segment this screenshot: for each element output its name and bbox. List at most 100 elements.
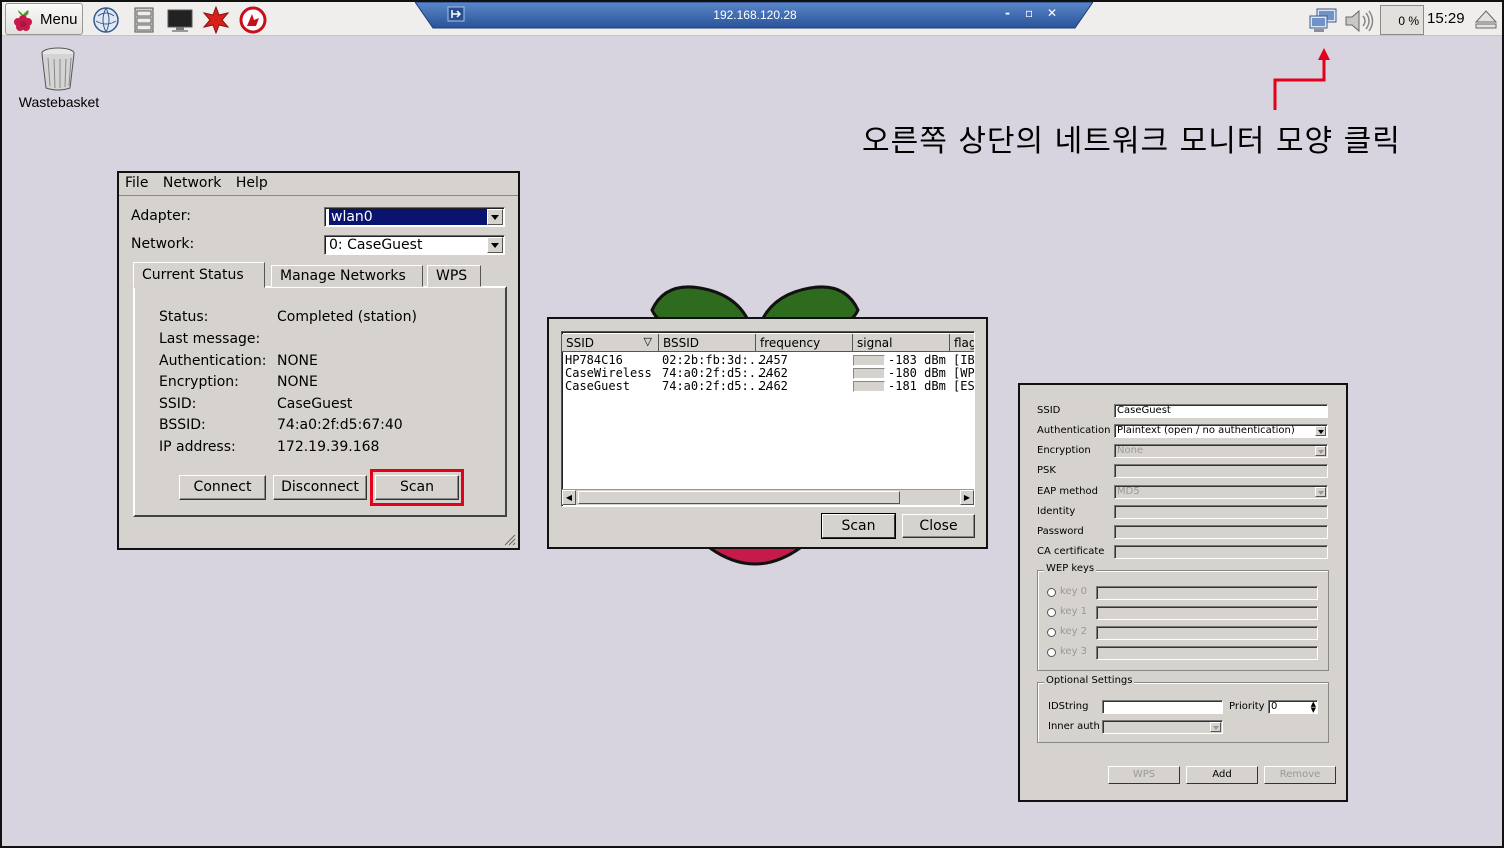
disconnect-button[interactable]: Disconnect xyxy=(273,475,367,500)
key3-radio[interactable] xyxy=(1047,648,1056,657)
bssid-label: BSSID: xyxy=(159,417,206,433)
cell-ssid: HP784C16 xyxy=(565,353,623,367)
chevron-down-icon xyxy=(487,237,503,253)
column-header-ssid[interactable]: SSID ▽ xyxy=(562,334,659,352)
cell-bssid: 74:a0:2f:d5:... xyxy=(662,366,771,380)
key2-radio[interactable] xyxy=(1047,628,1056,637)
taskbar: Menu 192.168.120.28 - ▫ ✕ 0 % 15:29 xyxy=(2,2,1502,36)
cell-signal: -181 dBm xyxy=(888,379,946,393)
minimize-button[interactable]: - xyxy=(1005,6,1010,20)
close-button[interactable]: Close xyxy=(902,514,975,538)
ip-address-value: 172.19.39.168 xyxy=(277,439,380,455)
add-button[interactable]: Add xyxy=(1186,766,1258,784)
authentication-select[interactable]: Plaintext (open / no authentication) xyxy=(1114,424,1328,438)
encryption-select[interactable]: None xyxy=(1114,444,1328,458)
menu-network[interactable]: Network xyxy=(163,175,221,191)
scan-results-table[interactable]: SSID ▽ BSSID frequency signal flag HP784… xyxy=(561,331,975,507)
horizontal-scrollbar[interactable]: ◀ ▶ xyxy=(562,489,974,505)
scan-again-button[interactable]: Scan xyxy=(822,514,895,538)
last-message-label: Last message: xyxy=(159,331,261,347)
tab-current-status[interactable]: Current Status xyxy=(133,262,265,288)
cell-signal: -183 dBm xyxy=(888,353,946,367)
ca-certificate-input[interactable] xyxy=(1114,545,1328,559)
sort-triangle-icon: ▽ xyxy=(643,335,652,348)
key1-radio[interactable] xyxy=(1047,608,1056,617)
connect-button[interactable]: Connect xyxy=(179,475,266,500)
network-monitor-icon[interactable] xyxy=(1308,8,1338,34)
optional-settings-group: Optional Settings IDString Priority 0 ▲ ▼… xyxy=(1037,675,1329,743)
wpa-gui-window: File Network Help Adapter: wlan0 Network… xyxy=(117,171,520,550)
cell-frequency: 2457 xyxy=(759,353,788,367)
menu-label: Menu xyxy=(40,11,78,28)
cell-frequency: 2462 xyxy=(759,366,788,380)
identity-input[interactable] xyxy=(1114,505,1328,519)
ssid-input[interactable]: CaseGuest xyxy=(1114,404,1328,418)
bssid-value: 74:a0:2f:d5:67:40 xyxy=(277,417,403,433)
priority-value: 0 xyxy=(1271,701,1278,712)
psk-input[interactable] xyxy=(1114,464,1328,478)
network-label: Network: xyxy=(131,236,195,252)
pin-icon[interactable] xyxy=(447,6,465,22)
menu-help[interactable]: Help xyxy=(236,175,268,191)
chevron-down-icon xyxy=(1315,487,1326,497)
key0-label: key 0 xyxy=(1060,586,1088,597)
restore-button[interactable]: ▫ xyxy=(1025,6,1033,20)
scrollbar-thumb[interactable] xyxy=(578,491,900,504)
remove-button[interactable]: Remove xyxy=(1264,766,1336,784)
ca-certificate-label: CA certificate xyxy=(1037,546,1105,557)
menu-file[interactable]: File xyxy=(125,175,148,191)
clock[interactable]: 15:29 xyxy=(1427,10,1465,27)
key2-label: key 2 xyxy=(1060,626,1088,637)
key0-input[interactable] xyxy=(1096,586,1318,600)
column-header-flag[interactable]: flag xyxy=(950,334,974,352)
priority-spinbox[interactable]: 0 ▲ ▼ xyxy=(1268,700,1318,714)
signal-bar xyxy=(853,381,885,392)
scroll-left-icon[interactable]: ◀ xyxy=(562,490,576,505)
close-remote-button[interactable]: ✕ xyxy=(1047,6,1057,20)
wep-keys-group: WEP keys key 0 key 1 key 2 key 3 xyxy=(1037,563,1329,671)
adapter-label: Adapter: xyxy=(131,208,192,224)
column-header-signal[interactable]: signal xyxy=(853,334,950,352)
wps-button[interactable]: WPS xyxy=(1108,766,1180,784)
browser-icon[interactable] xyxy=(92,6,120,34)
tab-manage-networks[interactable]: Manage Networks xyxy=(271,265,423,287)
key2-input[interactable] xyxy=(1096,626,1318,640)
wastebasket-icon[interactable] xyxy=(38,46,78,92)
column-header-bssid[interactable]: BSSID xyxy=(659,334,756,352)
tab-wps[interactable]: WPS xyxy=(427,265,481,287)
eject-icon[interactable] xyxy=(1474,8,1498,30)
network-select[interactable]: 0: CaseGuest xyxy=(324,235,505,255)
cpu-monitor[interactable]: 0 % xyxy=(1380,5,1424,35)
key1-input[interactable] xyxy=(1096,606,1318,620)
column-header-frequency[interactable]: frequency xyxy=(756,334,853,352)
remote-desktop-bar[interactable]: 192.168.120.28 - ▫ ✕ xyxy=(415,2,1093,29)
spin-arrows-icon[interactable]: ▲ ▼ xyxy=(1311,701,1316,714)
idstring-label: IDString xyxy=(1048,701,1089,712)
raspberry-icon xyxy=(14,10,32,31)
eap-method-value: MD5 xyxy=(1117,486,1140,497)
resize-grip-icon[interactable] xyxy=(504,534,516,546)
cell-flag: [WP xyxy=(953,366,975,380)
scroll-right-icon[interactable]: ▶ xyxy=(960,490,974,505)
remote-host-title: 192.168.120.28 xyxy=(713,8,797,22)
ssid-label: SSID: xyxy=(159,396,197,412)
annotation-arrow xyxy=(1273,48,1330,110)
wolfram-icon[interactable] xyxy=(239,6,267,34)
chevron-down-icon xyxy=(1315,446,1326,456)
cell-bssid: 74:a0:2f:d5:... xyxy=(662,379,771,393)
adapter-select[interactable]: wlan0 xyxy=(324,207,505,227)
key3-input[interactable] xyxy=(1096,646,1318,660)
terminal-icon[interactable] xyxy=(166,6,194,34)
password-input[interactable] xyxy=(1114,525,1328,539)
inner-auth-select[interactable] xyxy=(1102,720,1223,734)
menu-button[interactable]: Menu xyxy=(5,3,83,35)
file-manager-icon[interactable] xyxy=(130,6,158,34)
priority-label: Priority xyxy=(1229,701,1265,712)
annotation-text: 오른쪽 상단의 네트워크 모니터 모양 클릭 xyxy=(862,124,1401,159)
mathematica-icon[interactable] xyxy=(202,6,230,34)
volume-icon[interactable] xyxy=(1343,9,1377,33)
key0-radio[interactable] xyxy=(1047,588,1056,597)
eap-method-label: EAP method xyxy=(1037,486,1098,497)
eap-method-select[interactable]: MD5 xyxy=(1114,485,1328,499)
idstring-input[interactable] xyxy=(1102,700,1223,714)
